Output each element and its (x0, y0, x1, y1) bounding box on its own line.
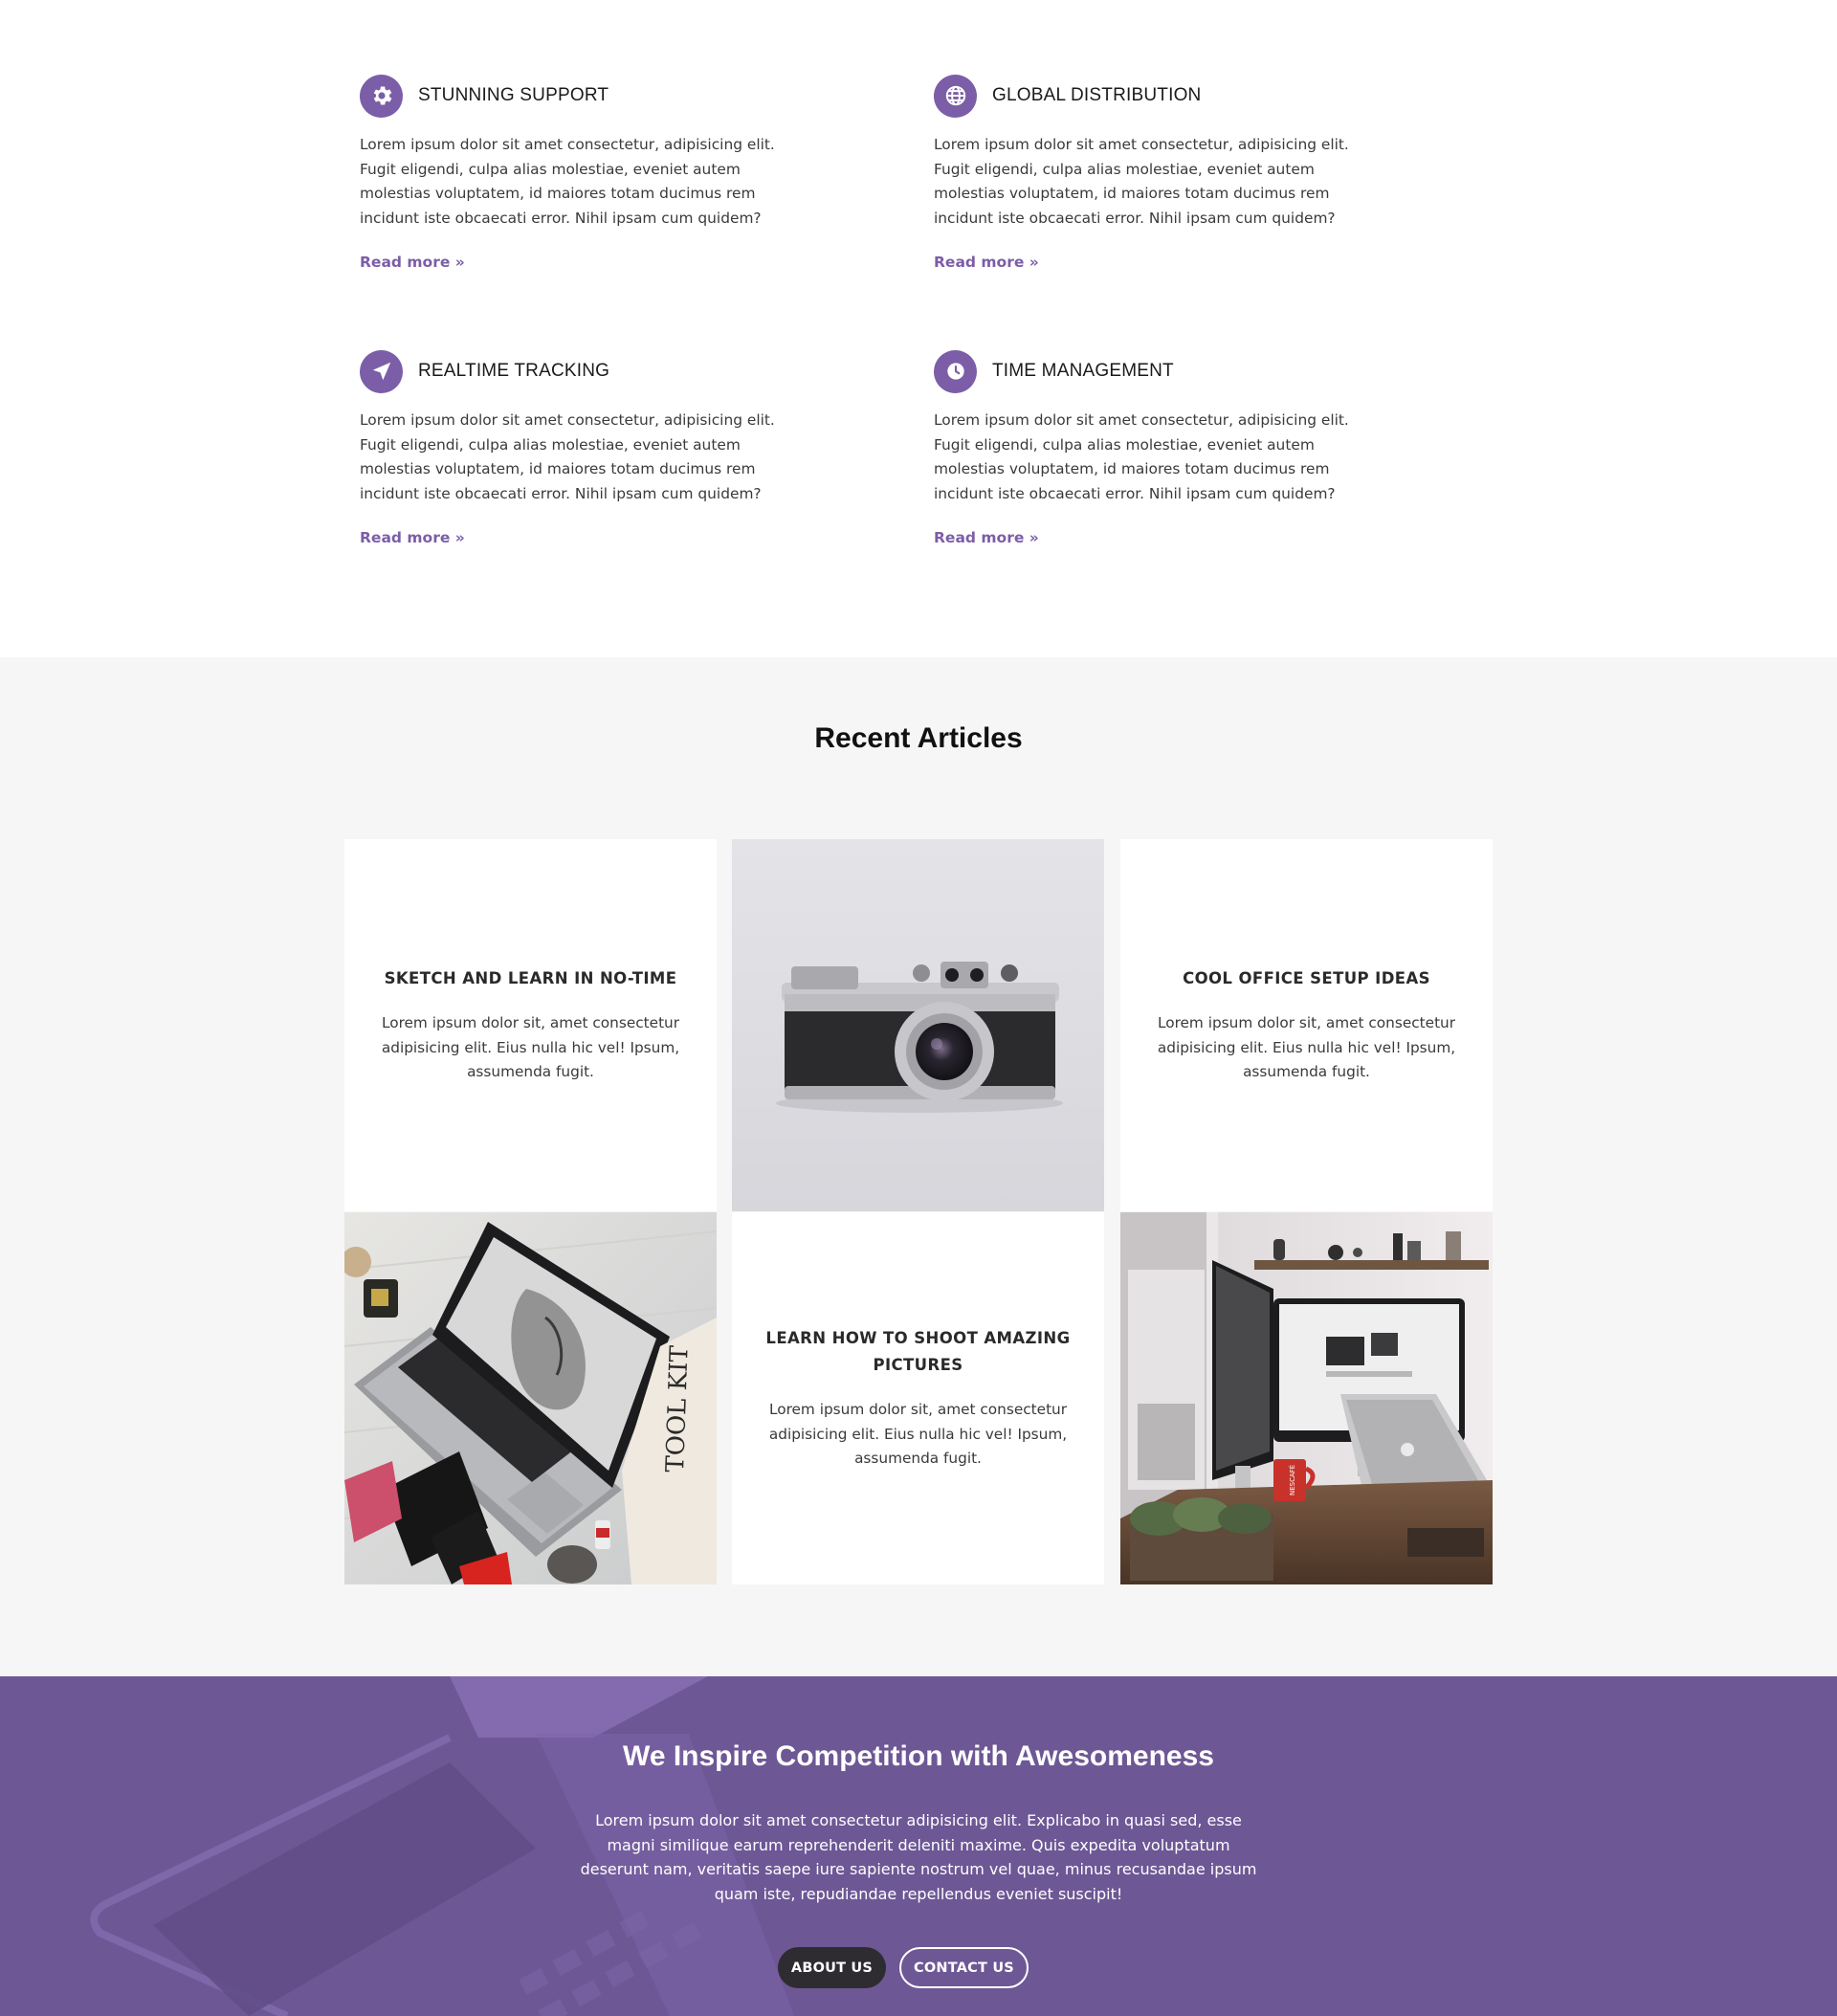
feature-time-management: TIME MANAGEMENT Lorem ipsum dolor sit am… (934, 349, 1364, 547)
feature-global-distribution: GLOBAL DISTRIBUTION Lorem ipsum dolor si… (934, 74, 1364, 272)
feature-realtime-tracking: REALTIME TRACKING Lorem ipsum dolor sit … (360, 349, 790, 547)
cta-section: We Inspire Competition with Awesomeness … (0, 1676, 1837, 2016)
about-us-button[interactable]: ABOUT US (778, 1947, 886, 1988)
location-arrow-icon (360, 349, 403, 393)
toolkit-text: TOOL KIT (661, 1344, 695, 1473)
feature-title: TIME MANAGEMENT (992, 361, 1174, 381)
article-title: LEARN HOW TO SHOOT AMAZING PICTURES (765, 1329, 1071, 1375)
article-excerpt: Lorem ipsum dolor sit, amet consectetur … (381, 1014, 680, 1081)
read-more-link[interactable]: Read more » (934, 254, 1039, 271)
globe-icon (934, 74, 977, 118)
feature-header: REALTIME TRACKING (360, 349, 790, 393)
desk-photo[interactable]: NESCAFÉ (1120, 1212, 1493, 1584)
gear-icon (360, 74, 403, 118)
read-more-link[interactable]: Read more » (360, 529, 465, 546)
article-card-office[interactable]: COOL OFFICE SETUP IDEAS Lorem ipsum dolo… (1120, 839, 1493, 1211)
contact-us-button[interactable]: CONTACT US (899, 1947, 1029, 1988)
feature-description: Lorem ipsum dolor sit amet consectetur, … (934, 136, 1349, 227)
article-title: COOL OFFICE SETUP IDEAS (1183, 969, 1430, 988)
cta-buttons: ABOUT US CONTACT US (0, 1947, 1837, 1988)
article-excerpt: Lorem ipsum dolor sit, amet consectetur … (768, 1401, 1068, 1468)
recent-articles-section: Recent Articles SKETCH AND LEARN IN NO-T… (0, 657, 1837, 1676)
feature-stunning-support: STUNNING SUPPORT Lorem ipsum dolor sit a… (360, 74, 790, 272)
article-title: SKETCH AND LEARN IN NO-TIME (384, 969, 677, 988)
mug-text: NESCAFÉ (1288, 1465, 1296, 1495)
feature-title: REALTIME TRACKING (418, 361, 610, 381)
feature-title: GLOBAL DISTRIBUTION (992, 85, 1202, 105)
read-more-link[interactable]: Read more » (934, 529, 1039, 546)
article-card-pictures[interactable]: LEARN HOW TO SHOOT AMAZING PICTURES Lore… (732, 1212, 1104, 1584)
feature-header: STUNNING SUPPORT (360, 74, 790, 118)
feature-description: Lorem ipsum dolor sit amet consectetur, … (934, 411, 1349, 502)
feature-header: GLOBAL DISTRIBUTION (934, 74, 1364, 118)
camera-photo[interactable] (732, 839, 1104, 1211)
cta-title: We Inspire Competition with Awesomeness (623, 1740, 1214, 1772)
feature-description: Lorem ipsum dolor sit amet consectetur, … (360, 136, 775, 227)
feature-header: TIME MANAGEMENT (934, 349, 1364, 393)
features-section: STUNNING SUPPORT Lorem ipsum dolor sit a… (0, 0, 1837, 657)
article-card-sketch[interactable]: SKETCH AND LEARN IN NO-TIME Lorem ipsum … (344, 839, 717, 1211)
feature-title: STUNNING SUPPORT (418, 85, 609, 105)
cta-description: Lorem ipsum dolor sit amet consectetur a… (580, 1811, 1257, 1903)
article-excerpt: Lorem ipsum dolor sit, amet consectetur … (1157, 1014, 1456, 1081)
clock-icon (934, 349, 977, 393)
read-more-link[interactable]: Read more » (360, 254, 465, 271)
feature-description: Lorem ipsum dolor sit amet consectetur, … (360, 411, 775, 502)
section-heading: Recent Articles (814, 722, 1023, 754)
laptop-photo[interactable]: TOOL KIT (344, 1212, 717, 1584)
